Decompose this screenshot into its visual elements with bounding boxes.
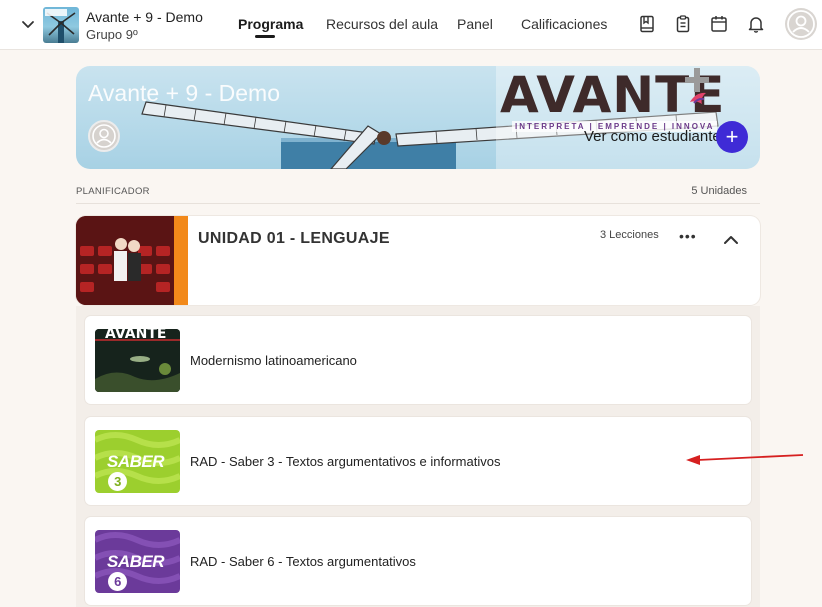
tab-calificaciones[interactable]: Calificaciones: [521, 16, 607, 32]
view-as-student-link[interactable]: Ver como estudiante: [584, 128, 721, 145]
units-count: 5 Unidades: [691, 185, 747, 197]
lesson-thumbnail: AVANTE: [95, 329, 180, 392]
unit-thumbnail: [76, 216, 174, 305]
calendar-icon[interactable]: [709, 14, 729, 34]
course-group: Grupo 9º: [86, 27, 138, 42]
top-bar: Avante + 9 - Demo Grupo 9º Programa Recu…: [0, 0, 822, 50]
lesson-title[interactable]: Modernismo latinoamericano: [190, 353, 357, 368]
book-icon[interactable]: [637, 14, 657, 34]
course-title: Avante + 9 - Demo: [86, 9, 203, 25]
unit-title[interactable]: UNIDAD 01 - LENGUAJE: [198, 230, 390, 248]
lesson-thumb-saber: SABER6: [107, 552, 165, 591]
chevron-up-icon[interactable]: [721, 230, 741, 250]
unit-card[interactable]: UNIDAD 01 - LENGUAJE 3 Lecciones •••: [76, 216, 760, 305]
chevron-down-icon[interactable]: [18, 14, 38, 34]
lesson-item[interactable]: SABER6 RAD - Saber 6 - Textos argumentat…: [85, 517, 751, 605]
active-tab-indicator: [255, 35, 275, 38]
lesson-thumbnail: SABER3: [95, 430, 180, 493]
course-banner: Avante + 9 - Demo AVANTE INTERPRETA | EM…: [76, 66, 760, 169]
banner-avatar-icon: [88, 120, 120, 152]
lesson-thumb-brand: AVANTE: [105, 329, 167, 342]
tab-panel[interactable]: Panel: [457, 16, 493, 32]
brand-bird-icon: [690, 92, 706, 104]
lessons-list: AVANTE Modernismo latinoamericano SABER3…: [76, 306, 760, 607]
tab-recursos-del-aula[interactable]: Recursos del aula: [326, 16, 438, 32]
lesson-item[interactable]: SABER3 RAD - Saber 3 - Textos argumentat…: [85, 417, 751, 505]
course-thumbnail[interactable]: [43, 7, 79, 43]
add-button[interactable]: +: [716, 121, 748, 153]
unit-accent-stripe: [174, 216, 188, 305]
lesson-item[interactable]: AVANTE Modernismo latinoamericano: [85, 316, 751, 404]
tab-programa[interactable]: Programa: [238, 16, 303, 32]
user-avatar-icon[interactable]: [785, 8, 817, 40]
clipboard-icon[interactable]: [673, 14, 693, 34]
bell-icon[interactable]: [746, 14, 766, 34]
divider: [76, 203, 760, 204]
lesson-title[interactable]: RAD - Saber 3 - Textos argumentativos e …: [190, 454, 500, 469]
lesson-title[interactable]: RAD - Saber 6 - Textos argumentativos: [190, 554, 416, 569]
planner-label: PLANIFICADOR: [76, 186, 150, 197]
lesson-thumb-saber: SABER3: [107, 452, 165, 491]
more-options-icon[interactable]: •••: [679, 228, 697, 244]
unit-lessons-count: 3 Lecciones: [600, 229, 659, 241]
banner-title: Avante + 9 - Demo: [88, 80, 280, 106]
lesson-thumbnail: SABER6: [95, 530, 180, 593]
